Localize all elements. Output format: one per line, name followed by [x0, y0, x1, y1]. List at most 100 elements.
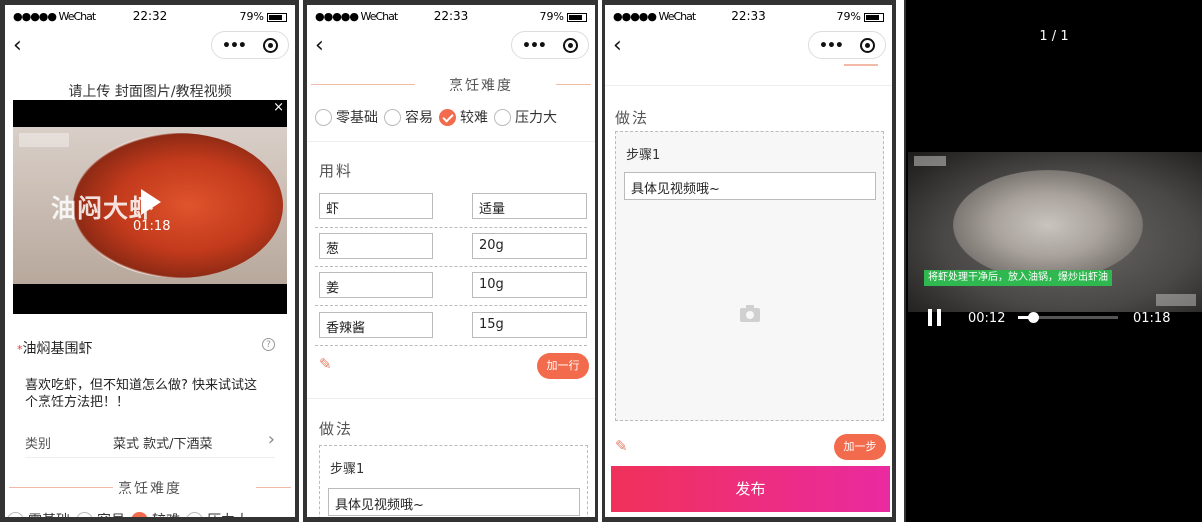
help-icon[interactable]: ?	[262, 338, 275, 351]
difficulty-option-hard[interactable]: 较难	[439, 107, 488, 127]
row-divider	[315, 345, 587, 346]
ingredient-name-input[interactable]: 葱	[319, 233, 433, 259]
dish-description[interactable]: 喜欢吃虾，但不知道怎么做? 快来试试这个烹饪方法把！！	[25, 377, 265, 411]
pause-icon[interactable]	[928, 309, 942, 326]
check-icon	[439, 108, 456, 126]
status-bar: ●●●●● WeChat 22:32 79%	[5, 5, 295, 27]
watermark-logo	[1156, 294, 1196, 306]
battery-percent: 79%	[539, 10, 564, 23]
method-title: 做法	[615, 109, 650, 127]
battery-indicator: 79%	[240, 10, 287, 23]
difficulty-option[interactable]: 压力大	[186, 510, 249, 522]
record-icon[interactable]	[263, 38, 278, 53]
ingredient-name-input[interactable]: 香辣酱	[319, 312, 433, 338]
video-duration: 01:18	[133, 219, 171, 234]
close-icon[interactable]: ×	[273, 100, 284, 115]
video-frame[interactable]: 将虾处理干净后，放入油锅，爆炒出虾油	[908, 152, 1202, 312]
difficulty-option[interactable]: 较难	[131, 510, 180, 522]
back-icon[interactable]: ‹	[315, 35, 324, 57]
dish-name-text: 油焖基围虾	[22, 341, 93, 357]
difficulty-options-partial: 零基础 容易 较难 压力大	[7, 510, 289, 522]
ingredient-amount-input[interactable]: 10g	[472, 272, 587, 298]
category-value[interactable]: 菜式 款式/下酒菜	[113, 433, 213, 452]
battery-percent: 79%	[836, 10, 861, 23]
divider	[605, 85, 892, 86]
row-divider	[315, 305, 587, 306]
status-bar: ●●●●● WeChat 22:33 79%	[605, 5, 892, 27]
more-icon[interactable]: •••	[222, 38, 247, 54]
ingredient-amount-input[interactable]: 15g	[472, 312, 587, 338]
radio-icon	[76, 511, 93, 517]
option-label: 压力大	[515, 110, 557, 126]
add-step-button[interactable]: 加一步	[834, 434, 886, 460]
option-label: 较难	[460, 110, 488, 126]
row-divider	[315, 266, 587, 267]
watermark-logo	[19, 133, 69, 147]
difficulty-option[interactable]: 零基础	[7, 510, 70, 517]
option-label: 较难	[152, 513, 180, 522]
step-description-input[interactable]: 具体见视频哦~	[624, 172, 876, 200]
difficulty-option-easy[interactable]: 容易	[384, 107, 433, 127]
ingredients-title: 用料	[319, 162, 354, 180]
option-label: 零基础	[336, 110, 378, 126]
capsule-menu: •••	[511, 31, 589, 59]
back-icon[interactable]: ‹	[613, 35, 622, 57]
difficulty-option-stressful[interactable]: 压力大	[494, 107, 557, 127]
row-divider	[315, 227, 587, 228]
capsule-menu: •••	[808, 31, 886, 59]
record-icon[interactable]	[563, 38, 578, 53]
accent-line	[844, 64, 878, 66]
shrimp-in-wok-image	[953, 170, 1143, 280]
difficulty-option[interactable]: 容易	[76, 510, 125, 517]
battery-indicator: 79%	[837, 10, 884, 23]
current-time: 00:12	[968, 311, 1006, 326]
battery-icon	[267, 12, 287, 22]
divider	[307, 141, 595, 142]
play-icon[interactable]	[141, 189, 161, 215]
back-icon[interactable]: ‹	[13, 35, 22, 57]
dish-name[interactable]: *油焖基围虾	[17, 338, 93, 358]
pencil-icon[interactable]: ✎	[615, 437, 628, 455]
radio-icon	[315, 108, 332, 126]
difficulty-options: 零基础 容易 较难 压力大	[315, 107, 589, 127]
difficulty-title: 烹饪难度	[307, 75, 595, 95]
capsule-menu: •••	[211, 31, 289, 59]
battery-percent: 79%	[239, 10, 264, 23]
step-card: 步骤1 具体见视频哦~	[319, 445, 588, 517]
ingredient-name-input[interactable]: 虾	[319, 193, 433, 219]
radio-icon	[186, 511, 203, 517]
more-icon[interactable]: •••	[819, 38, 844, 54]
record-icon[interactable]	[860, 38, 875, 53]
page-counter: 1 / 1	[1039, 29, 1069, 44]
divider	[25, 457, 275, 458]
chevron-right-icon[interactable]: ›	[268, 429, 275, 450]
check-icon	[131, 511, 148, 517]
more-icon[interactable]: •••	[522, 38, 547, 54]
pencil-icon[interactable]: ✎	[319, 355, 332, 373]
video-cover[interactable]: 油闷大虾 01:18 ×	[13, 100, 287, 314]
step-card: 步骤1 具体见视频哦~	[615, 131, 884, 421]
battery-icon	[567, 12, 587, 22]
video-player-screen: 1 / 1 将虾处理干净后，放入油锅，爆炒出虾油 00:12 01:18	[904, 0, 1202, 522]
phone-screen-2: ●●●●● WeChat 22:33 79% ‹ ••• 烹饪难度 零基础 容易…	[303, 0, 598, 522]
step-description-input[interactable]: 具体见视频哦~	[328, 488, 580, 516]
add-row-button[interactable]: 加一行	[537, 353, 589, 379]
publish-button[interactable]: 发布	[611, 466, 890, 512]
duration: 01:18	[1133, 311, 1171, 326]
camera-icon[interactable]	[740, 305, 760, 322]
ingredient-amount-input[interactable]: 适量	[472, 193, 587, 219]
step-label: 步骤1	[330, 462, 365, 477]
progress-handle[interactable]	[1028, 312, 1039, 323]
upload-title: 请上传 封面图片/教程视频	[68, 84, 232, 100]
publish-label: 发布	[735, 480, 766, 498]
camera-top	[746, 305, 754, 308]
option-label: 压力大	[207, 513, 249, 522]
status-bar: ●●●●● WeChat 22:33 79%	[307, 5, 595, 27]
ingredient-amount-input[interactable]: 20g	[472, 233, 587, 259]
video-subtitle: 将虾处理干净后，放入油锅，爆炒出虾油	[924, 270, 1112, 286]
progress-slider[interactable]	[1018, 312, 1118, 323]
watermark-logo	[914, 156, 946, 166]
ingredient-name-input[interactable]: 姜	[319, 272, 433, 298]
step-label: 步骤1	[626, 148, 661, 163]
difficulty-option-beginner[interactable]: 零基础	[315, 107, 378, 127]
